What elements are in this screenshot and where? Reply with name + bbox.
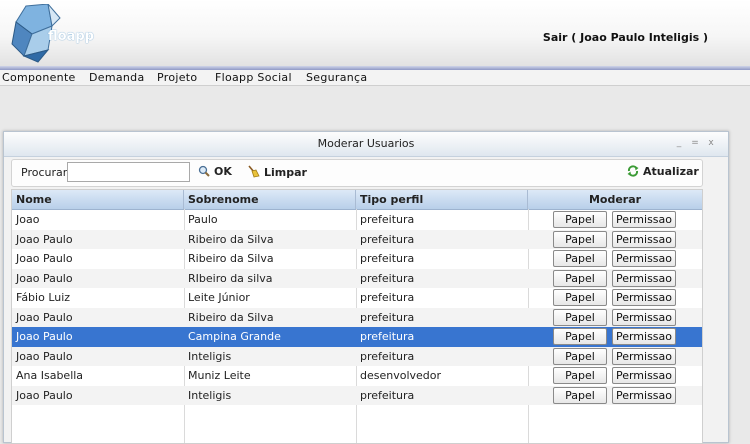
cell-sobrenome: Leite Júnior — [188, 291, 250, 304]
cell-nome: Fábio Luiz — [16, 291, 71, 304]
role-button[interactable]: Papel — [553, 308, 607, 326]
table-row[interactable]: Joao Paulo prefeitura Papel Permissao — [12, 210, 702, 230]
cell-sobrenome: Inteligis — [188, 349, 232, 363]
moderate-users-window: Moderar Usuarios _ = x Procurar OK Limpa… — [3, 131, 729, 444]
permission-button[interactable]: Permissao — [612, 250, 676, 267]
cell-nome: Joao Paulo — [16, 271, 73, 285]
cell-tipo-perfil: prefeitura — [360, 349, 415, 363]
table-row[interactable]: Joao Paulo Inteligis prefeitura Papel Permis… — [12, 346, 702, 366]
table-row[interactable]: Joao Paulo Ribeiro da Silva prefeitura Pape… — [12, 229, 702, 249]
table-row[interactable]: Joao Paulo Ribeiro da Silva prefeitura Pape… — [12, 307, 702, 327]
role-button[interactable]: Papel — [553, 269, 607, 287]
logo-text: floapp — [48, 29, 94, 44]
cell-tipo-perfil: prefeitura — [360, 330, 415, 343]
role-button[interactable]: Papel — [553, 230, 607, 248]
column-header-moderar[interactable]: Moderar — [528, 190, 702, 209]
cell-tipo-perfil: prefeitura — [360, 271, 415, 285]
close-icon[interactable]: x — [705, 136, 717, 150]
table-row[interactable]: Joao Paulo Campina Grande prefeitura Papel P… — [12, 327, 702, 347]
refresh-button[interactable]: Atualizar — [627, 165, 699, 178]
cell-nome: Joao Paulo — [16, 330, 73, 343]
permission-button[interactable]: Permissao — [612, 230, 676, 248]
cell-sobrenome: Paulo — [188, 213, 218, 226]
permission-button[interactable]: Permissao — [612, 211, 676, 228]
cell-sobrenome: Muniz Leite — [188, 369, 251, 382]
role-button[interactable]: Papel — [553, 289, 607, 306]
app-header: floapp Sair ( Joao Paulo Inteligis ) — [0, 0, 750, 67]
table-row[interactable]: Joao Paulo Inteligis prefeitura Papel Permis… — [12, 385, 702, 405]
window-titlebar[interactable]: Moderar Usuarios _ = x — [4, 132, 728, 157]
column-header-sobrenome[interactable]: Sobrenome — [184, 190, 356, 209]
cell-nome: Ana Isabella — [16, 369, 84, 382]
permission-button[interactable]: Permissao — [612, 386, 676, 404]
clear-label: Limpar — [264, 166, 307, 179]
cell-nome: Joao Paulo — [16, 232, 73, 246]
window-title: Moderar Usuarios — [317, 137, 415, 150]
permission-button[interactable]: Permissao — [612, 289, 676, 306]
permission-button[interactable]: Permissao — [612, 269, 676, 287]
cell-tipo-perfil: prefeitura — [360, 310, 415, 324]
cell-nome: Joao — [16, 213, 40, 226]
cell-tipo-perfil: prefeitura — [360, 291, 415, 304]
broom-icon — [248, 165, 260, 178]
cell-sobrenome: Ribeiro da Silva — [188, 310, 274, 324]
menu-item-floapp-social[interactable]: Floapp Social — [215, 70, 292, 85]
permission-button[interactable]: Permissao — [612, 328, 676, 345]
cell-sobrenome: Campina Grande — [188, 330, 281, 343]
cell-nome: Joao Paulo — [16, 349, 73, 363]
cell-tipo-perfil: prefeitura — [360, 252, 415, 265]
logout-link[interactable]: Sair ( Joao Paulo Inteligis ) — [543, 31, 708, 44]
column-header-nome[interactable]: Nome — [12, 190, 184, 209]
cell-sobrenome: Ribeiro da Silva — [188, 232, 274, 246]
menu-item-demanda[interactable]: Demanda — [89, 70, 145, 85]
role-button[interactable]: Papel — [553, 367, 607, 384]
cell-nome: Joao Paulo — [16, 310, 73, 324]
table-row[interactable]: Ana Isabella Muniz Leite desenvolvedor Pape… — [12, 366, 702, 386]
table-row[interactable]: Joao Paulo RIbeiro da silva prefeitura Pape… — [12, 268, 702, 288]
menu-bar: Componente Demanda Projeto Floapp Social… — [0, 70, 750, 86]
cell-sobrenome: Inteligis — [188, 388, 232, 402]
role-button[interactable]: Papel — [553, 211, 607, 228]
refresh-icon — [627, 165, 639, 177]
menu-item-projeto[interactable]: Projeto — [157, 70, 197, 85]
search-input[interactable] — [67, 162, 190, 182]
table-header: Nome Sobrenome Tipo perfil Moderar — [12, 190, 702, 210]
cell-sobrenome: Ribeiro da Silva — [188, 252, 274, 265]
menu-item-seguranca[interactable]: Segurança — [306, 70, 367, 85]
ok-button[interactable]: OK — [198, 165, 232, 178]
role-button[interactable]: Papel — [553, 347, 607, 365]
table-row[interactable]: Joao Paulo Ribeiro da Silva prefeitura Pape… — [12, 249, 702, 269]
magnifier-icon — [198, 165, 210, 177]
refresh-label: Atualizar — [643, 165, 699, 178]
permission-button[interactable]: Permissao — [612, 367, 676, 384]
cell-sobrenome: RIbeiro da silva — [188, 271, 273, 285]
ok-label: OK — [214, 165, 232, 178]
cell-tipo-perfil: prefeitura — [360, 388, 415, 402]
role-button[interactable]: Papel — [553, 386, 607, 404]
column-header-tipo-perfil[interactable]: Tipo perfil — [356, 190, 528, 209]
cell-nome: Joao Paulo — [16, 252, 73, 265]
minimize-icon[interactable]: _ — [673, 136, 685, 150]
table-row[interactable]: Fábio Luiz Leite Júnior prefeitura Papel Per… — [12, 288, 702, 308]
search-label: Procurar — [21, 166, 68, 179]
maximize-icon[interactable]: = — [689, 136, 701, 150]
clear-button[interactable]: Limpar — [247, 165, 307, 179]
cell-tipo-perfil: prefeitura — [360, 232, 415, 246]
search-toolbar: Procurar OK Limpar Atualizar — [11, 159, 703, 187]
role-button[interactable]: Papel — [553, 328, 607, 345]
cell-tipo-perfil: prefeitura — [360, 213, 415, 226]
permission-button[interactable]: Permissao — [612, 308, 676, 326]
cell-tipo-perfil: desenvolvedor — [360, 369, 442, 382]
cell-nome: Joao Paulo — [16, 388, 73, 402]
permission-button[interactable]: Permissao — [612, 347, 676, 365]
role-button[interactable]: Papel — [553, 250, 607, 267]
menu-item-componente[interactable]: Componente — [2, 70, 76, 85]
users-table: Nome Sobrenome Tipo perfil Moderar Joao P… — [11, 189, 703, 444]
